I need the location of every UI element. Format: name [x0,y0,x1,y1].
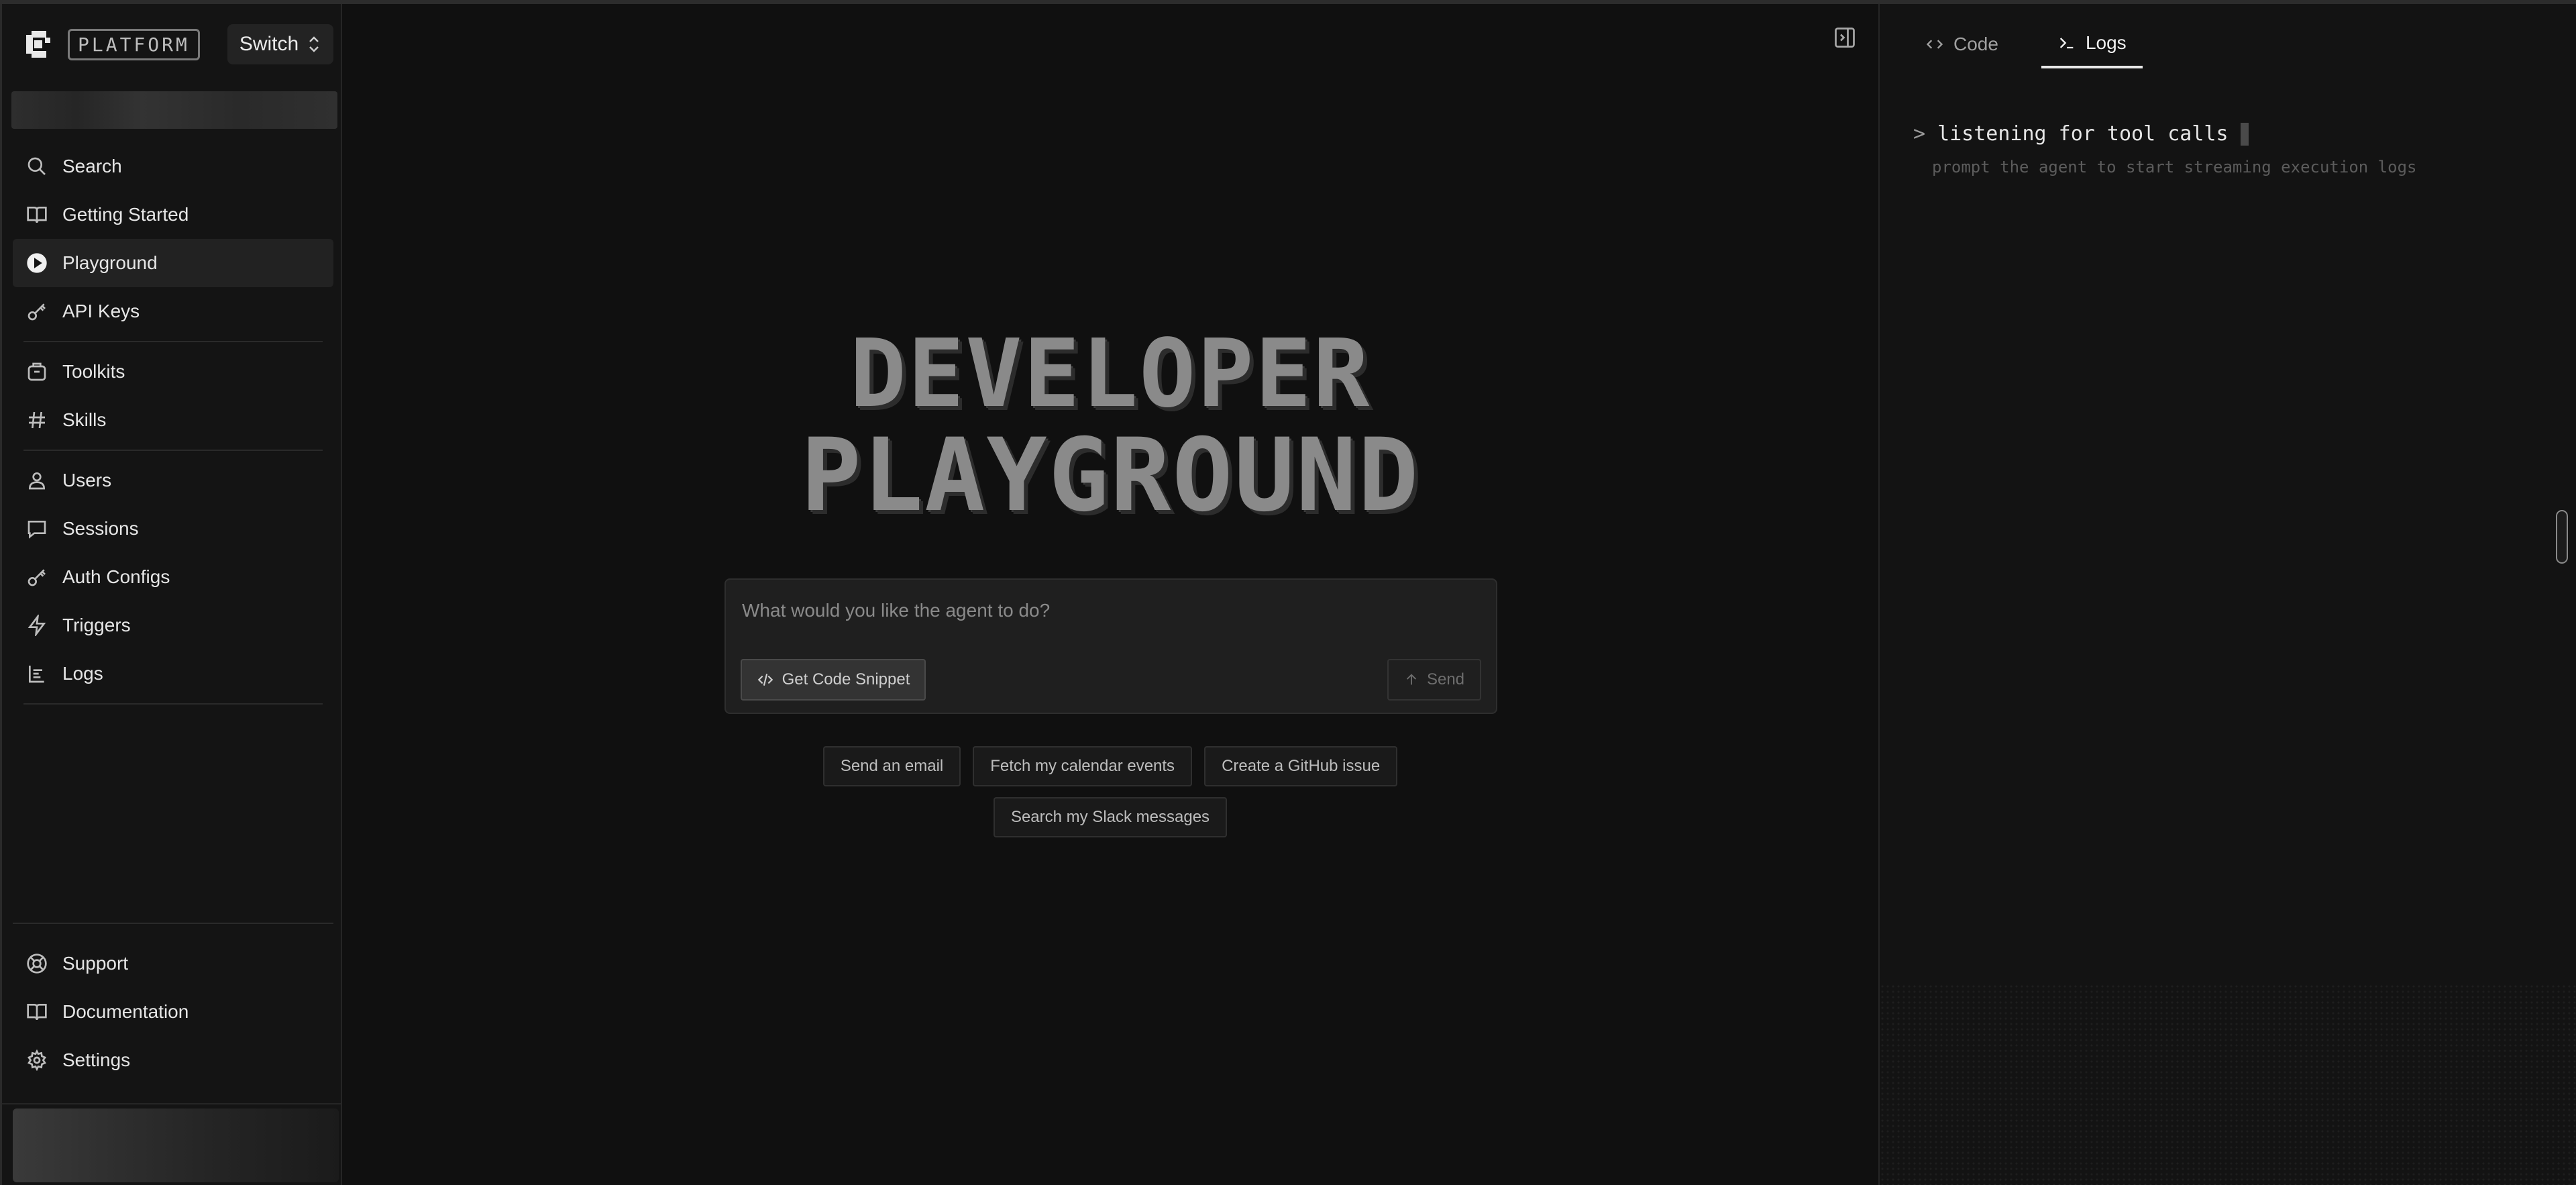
page-title: DEVELOPER PLAYGROUND [342,325,1878,529]
terminal-hint: prompt the agent to start streaming exec… [1932,158,2417,176]
sidebar-item-settings[interactable]: Settings [13,1036,333,1084]
suggestion-chip[interactable]: Fetch my calendar events [973,746,1193,786]
send-label: Send [1426,670,1465,688]
tab-label: Code [1953,34,1998,54]
sidebar-divider [23,450,323,451]
arrow-up-icon [1406,674,1417,685]
sidebar-item-label: Logs [62,663,103,684]
user-profile[interactable] [13,1109,339,1182]
logs-panel: Code Logs > listening for tool calls pro… [1878,4,2576,1185]
logs-icon [25,662,49,686]
sidebar-divider [2,1103,344,1104]
sidebar-item-search[interactable]: Search [13,142,333,191]
sidebar-item-label: Documentation [62,1001,189,1022]
sidebar-item-label: Support [62,953,129,974]
book-icon [25,203,49,227]
prompt-box: Get Code Snippet Send [724,578,1497,714]
playground-main: DEVELOPER PLAYGROUND Get Code Snippet Se… [342,4,1878,1185]
sidebar-divider [23,703,323,705]
suggestion-row: Search my Slack messages [993,797,1228,837]
terminal-prompt: > [1913,122,1926,146]
terminal-icon [2059,38,2074,49]
get-code-snippet-button[interactable]: Get Code Snippet [741,659,926,701]
send-button[interactable]: Send [1387,659,1481,701]
sidebar-item-getting-started[interactable]: Getting Started [13,191,333,239]
sidebar-item-label: Search [62,156,122,176]
sidebar-item-triggers[interactable]: Triggers [13,601,333,650]
lifebuoy-icon [25,951,49,976]
sidebar-item-logs[interactable]: Logs [13,650,333,698]
tab-label: Logs [2085,32,2127,53]
title-line-2: PLAYGROUND [800,417,1420,534]
prompt-input[interactable] [742,596,1480,625]
dot-pattern [1880,984,2576,1185]
sidebar-item-label: Settings [62,1049,131,1070]
tab-logs[interactable]: Logs [2041,20,2143,68]
terminal-output: > listening for tool calls prompt the ag… [1913,122,2416,176]
brand-name: PLATFORM [68,28,200,60]
key-icon [25,565,49,589]
logo-icon [22,28,54,60]
sidebar-item-label: Getting Started [62,204,189,225]
sidebar-item-label: Sessions [62,518,139,539]
sidebar-item-auth-configs[interactable]: Auth Configs [13,553,333,601]
sidebar-item-sessions[interactable]: Sessions [13,505,333,553]
play-icon [25,251,49,275]
suggestion-chip[interactable]: Send an email [822,746,961,786]
sidebar-item-toolkits[interactable]: Toolkits [13,348,333,396]
toolkit-icon [25,360,49,384]
code-icon [757,674,773,686]
sidebar-item-label: Playground [62,252,158,273]
nav-group-footer: Support Documentation Settings [13,939,333,1084]
hash-icon [25,408,49,432]
suggestion-chip[interactable]: Search my Slack messages [993,797,1228,837]
chat-icon [25,517,49,541]
suggestion-chip[interactable]: Create a GitHub issue [1204,746,1398,786]
sidebar-item-api-keys[interactable]: API Keys [13,287,333,336]
sidebar-item-playground[interactable]: Playground [13,239,333,287]
chevron-updown-icon [309,36,319,52]
sidebar-item-label: Skills [62,409,107,430]
sidebar-item-label: Triggers [62,615,131,635]
panel-toggle-icon[interactable] [1833,25,1857,50]
nav-group-main: Search Getting Started Playground API Ke… [13,142,333,710]
sidebar-item-label: Toolkits [62,361,125,382]
switch-button[interactable]: Switch [227,24,333,64]
code-icon [1926,40,1943,49]
brand[interactable]: PLATFORM [22,24,200,64]
app-window: PLATFORM Switch Search Getting Started P… [0,0,2576,1185]
search-icon [25,154,49,178]
scrollbar-thumb[interactable] [2556,510,2568,564]
key-icon [25,299,49,323]
sidebar-item-documentation[interactable]: Documentation [13,988,333,1036]
sidebar-item-label: Users [62,470,112,491]
user-icon [25,468,49,493]
sidebar-item-label: API Keys [62,301,140,321]
sidebar-item-support[interactable]: Support [13,939,333,988]
terminal-line: > listening for tool calls [1913,122,2416,146]
tab-code[interactable]: Code [1909,20,2015,68]
switch-label: Switch [239,33,299,55]
suggestion-row: Send an email Fetch my calendar events C… [822,746,1398,786]
bolt-icon [25,613,49,637]
sidebar-item-label: Auth Configs [62,566,170,587]
sidebar-divider [13,923,333,924]
sidebar: PLATFORM Switch Search Getting Started P… [0,4,344,1185]
sidebar-item-users[interactable]: Users [13,456,333,505]
terminal-cursor [2240,122,2249,146]
organization-selector[interactable] [11,91,337,129]
terminal-text: listening for tool calls [1937,122,2229,146]
sidebar-item-skills[interactable]: Skills [13,396,333,444]
suggestions: Send an email Fetch my calendar events C… [342,746,1878,837]
gear-icon [25,1048,49,1072]
title-line-1: DEVELOPER [849,319,1371,429]
book-icon [25,1000,49,1024]
panel-tabs: Code Logs [1909,20,2143,68]
get-code-snippet-label: Get Code Snippet [782,670,910,688]
sidebar-divider [23,341,323,342]
